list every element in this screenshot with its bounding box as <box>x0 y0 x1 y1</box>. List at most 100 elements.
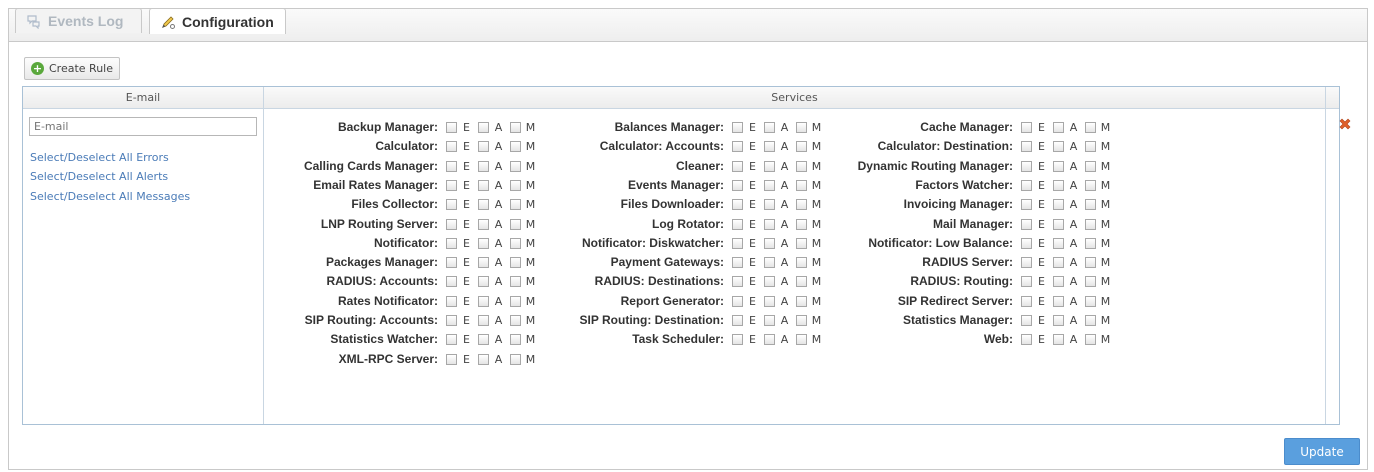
flag-checkbox-m[interactable] <box>796 179 807 191</box>
flag-checkbox-e[interactable] <box>446 140 457 152</box>
flag-checkbox-e[interactable] <box>732 333 743 345</box>
create-rule-button[interactable]: + Create Rule <box>24 57 120 80</box>
flag-checkbox-a[interactable] <box>478 179 489 191</box>
flag-checkbox-m[interactable] <box>1085 333 1096 345</box>
select-all-errors-link[interactable]: Select/Deselect All Errors <box>30 151 169 164</box>
flag-checkbox-m[interactable] <box>796 256 807 268</box>
flag-checkbox-m[interactable] <box>796 140 807 152</box>
flag-checkbox-a[interactable] <box>764 237 775 249</box>
flag-checkbox-e[interactable] <box>446 353 457 365</box>
flag-checkbox-e[interactable] <box>1021 295 1032 307</box>
flag-checkbox-e[interactable] <box>732 160 743 172</box>
delete-rule-icon[interactable] <box>1337 116 1353 132</box>
flag-checkbox-m[interactable] <box>1085 275 1096 287</box>
flag-checkbox-m[interactable] <box>1085 121 1096 133</box>
flag-checkbox-e[interactable] <box>446 121 457 133</box>
flag-checkbox-a[interactable] <box>478 256 489 268</box>
flag-checkbox-e[interactable] <box>732 237 743 249</box>
flag-checkbox-e[interactable] <box>446 275 457 287</box>
update-button[interactable]: Update <box>1284 438 1360 465</box>
flag-checkbox-a[interactable] <box>478 295 489 307</box>
flag-checkbox-e[interactable] <box>1021 179 1032 191</box>
flag-checkbox-e[interactable] <box>446 314 457 326</box>
flag-checkbox-m[interactable] <box>1085 179 1096 191</box>
select-all-alerts-link[interactable]: Select/Deselect All Alerts <box>30 170 168 183</box>
flag-checkbox-e[interactable] <box>446 237 457 249</box>
flag-checkbox-m[interactable] <box>1085 218 1096 230</box>
flag-checkbox-m[interactable] <box>1085 295 1096 307</box>
flag-checkbox-a[interactable] <box>1053 314 1064 326</box>
flag-checkbox-e[interactable] <box>732 295 743 307</box>
tab-configuration[interactable]: Configuration <box>149 8 286 34</box>
flag-checkbox-e[interactable] <box>446 295 457 307</box>
flag-checkbox-e[interactable] <box>1021 218 1032 230</box>
flag-checkbox-e[interactable] <box>1021 121 1032 133</box>
flag-checkbox-a[interactable] <box>1053 333 1064 345</box>
flag-checkbox-a[interactable] <box>764 121 775 133</box>
flag-checkbox-a[interactable] <box>478 218 489 230</box>
flag-checkbox-a[interactable] <box>1053 140 1064 152</box>
flag-checkbox-e[interactable] <box>1021 275 1032 287</box>
flag-checkbox-a[interactable] <box>764 179 775 191</box>
flag-checkbox-e[interactable] <box>446 198 457 210</box>
flag-checkbox-m[interactable] <box>1085 256 1096 268</box>
flag-checkbox-a[interactable] <box>478 140 489 152</box>
flag-checkbox-a[interactable] <box>1053 237 1064 249</box>
email-input[interactable] <box>29 117 257 136</box>
flag-checkbox-e[interactable] <box>446 179 457 191</box>
flag-checkbox-m[interactable] <box>796 295 807 307</box>
flag-checkbox-m[interactable] <box>1085 140 1096 152</box>
flag-checkbox-a[interactable] <box>478 198 489 210</box>
flag-checkbox-a[interactable] <box>1053 275 1064 287</box>
flag-checkbox-a[interactable] <box>478 121 489 133</box>
flag-checkbox-a[interactable] <box>764 198 775 210</box>
flag-checkbox-e[interactable] <box>732 198 743 210</box>
flag-checkbox-e[interactable] <box>1021 237 1032 249</box>
flag-checkbox-a[interactable] <box>764 314 775 326</box>
flag-checkbox-a[interactable] <box>764 140 775 152</box>
flag-checkbox-a[interactable] <box>764 295 775 307</box>
select-all-messages-link[interactable]: Select/Deselect All Messages <box>30 190 190 203</box>
flag-checkbox-a[interactable] <box>1053 295 1064 307</box>
flag-checkbox-a[interactable] <box>478 160 489 172</box>
flag-checkbox-e[interactable] <box>732 314 743 326</box>
flag-checkbox-a[interactable] <box>1053 218 1064 230</box>
flag-checkbox-m[interactable] <box>796 121 807 133</box>
flag-checkbox-e[interactable] <box>1021 333 1032 345</box>
flag-checkbox-m[interactable] <box>1085 314 1096 326</box>
flag-checkbox-a[interactable] <box>764 218 775 230</box>
flag-checkbox-m[interactable] <box>1085 160 1096 172</box>
flag-checkbox-e[interactable] <box>732 218 743 230</box>
flag-checkbox-m[interactable] <box>796 275 807 287</box>
flag-checkbox-m[interactable] <box>796 314 807 326</box>
flag-checkbox-a[interactable] <box>764 333 775 345</box>
flag-checkbox-a[interactable] <box>1053 160 1064 172</box>
flag-checkbox-e[interactable] <box>1021 314 1032 326</box>
flag-checkbox-e[interactable] <box>446 160 457 172</box>
flag-checkbox-m[interactable] <box>510 353 521 365</box>
flag-checkbox-e[interactable] <box>446 218 457 230</box>
flag-checkbox-m[interactable] <box>1085 198 1096 210</box>
flag-checkbox-e[interactable] <box>732 140 743 152</box>
flag-checkbox-a[interactable] <box>1053 179 1064 191</box>
flag-checkbox-a[interactable] <box>478 237 489 249</box>
flag-checkbox-e[interactable] <box>1021 160 1032 172</box>
flag-checkbox-a[interactable] <box>764 275 775 287</box>
flag-checkbox-a[interactable] <box>478 314 489 326</box>
flag-checkbox-a[interactable] <box>478 353 489 365</box>
flag-checkbox-e[interactable] <box>1021 140 1032 152</box>
flag-checkbox-e[interactable] <box>446 333 457 345</box>
flag-checkbox-a[interactable] <box>764 160 775 172</box>
flag-checkbox-a[interactable] <box>478 333 489 345</box>
flag-checkbox-m[interactable] <box>796 237 807 249</box>
flag-checkbox-e[interactable] <box>1021 256 1032 268</box>
flag-checkbox-e[interactable] <box>732 256 743 268</box>
flag-checkbox-a[interactable] <box>764 256 775 268</box>
flag-checkbox-e[interactable] <box>732 179 743 191</box>
flag-checkbox-a[interactable] <box>478 275 489 287</box>
flag-checkbox-m[interactable] <box>796 333 807 345</box>
flag-checkbox-a[interactable] <box>1053 121 1064 133</box>
flag-checkbox-e[interactable] <box>732 121 743 133</box>
flag-checkbox-m[interactable] <box>1085 237 1096 249</box>
flag-checkbox-e[interactable] <box>1021 198 1032 210</box>
